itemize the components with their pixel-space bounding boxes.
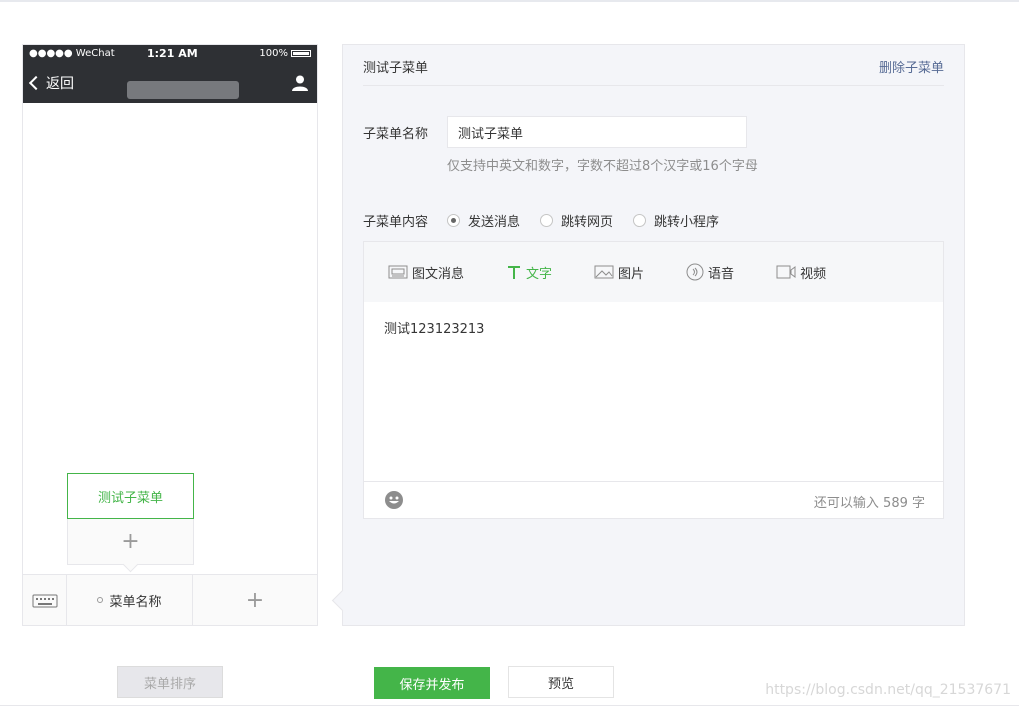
battery-text: 100% bbox=[259, 48, 288, 59]
news-icon bbox=[388, 265, 408, 279]
message-type-tabs: 图文消息 文字 图片 语音 视频 bbox=[364, 242, 943, 302]
tab-video[interactable]: 视频 bbox=[776, 263, 826, 282]
save-publish-button[interactable]: 保存并发布 bbox=[374, 667, 490, 699]
watermark: https://blog.csdn.net/qq_21537671 bbox=[765, 682, 1011, 698]
add-menu-button[interactable]: + bbox=[193, 575, 317, 625]
phone-header: ●●●●● WeChat 1:21 AM 100% 返回 bbox=[23, 45, 317, 103]
tab-text[interactable]: 文字 bbox=[506, 263, 552, 282]
text-icon bbox=[508, 266, 521, 279]
tab-label: 图文消息 bbox=[412, 266, 465, 282]
menu-bar: 菜单名称 + bbox=[23, 574, 317, 625]
name-label: 子菜单名称 bbox=[363, 127, 429, 142]
user-icon bbox=[292, 75, 308, 91]
battery-icon bbox=[291, 50, 311, 57]
radio-send-message[interactable]: 发送消息 bbox=[447, 211, 520, 230]
tab-label: 语音 bbox=[708, 266, 735, 282]
tab-label: 图片 bbox=[618, 266, 645, 282]
top-divider bbox=[0, 0, 1019, 2]
menu-dot-icon bbox=[97, 597, 104, 603]
sort-menu-button[interactable]: 菜单排序 bbox=[117, 666, 223, 698]
chevron-left-icon bbox=[28, 75, 44, 91]
battery-status: 100% bbox=[259, 48, 311, 59]
radio-unchecked-icon bbox=[540, 214, 554, 227]
radio-unchecked-icon bbox=[633, 214, 647, 227]
delete-submenu-link[interactable]: 删除子菜单 bbox=[879, 57, 944, 76]
menu-item[interactable]: 菜单名称 bbox=[67, 575, 193, 625]
tab-news[interactable]: 图文消息 bbox=[388, 263, 464, 282]
preview-button[interactable]: 预览 bbox=[508, 666, 614, 698]
submenu-editor: 测试子菜单 删除子菜单 子菜单名称 仅支持中英文和数字，字数不超过8个汉字或16… bbox=[342, 44, 965, 626]
message-text-area[interactable]: 测试123123213 bbox=[364, 302, 943, 481]
clock-text: 1:21 AM bbox=[147, 47, 198, 60]
add-submenu-button[interactable]: + bbox=[67, 519, 194, 565]
radio-label: 发送消息 bbox=[468, 215, 521, 230]
tab-label: 视频 bbox=[800, 266, 827, 282]
tab-image[interactable]: 图片 bbox=[594, 263, 644, 282]
image-icon bbox=[594, 265, 614, 279]
keyboard-icon bbox=[32, 594, 57, 608]
menu-item-label: 菜单名称 bbox=[109, 594, 162, 610]
back-button: 返回 bbox=[28, 73, 74, 93]
tab-voice[interactable]: 语音 bbox=[686, 263, 734, 282]
emoji-icon[interactable] bbox=[384, 490, 404, 510]
content-type-radios: 发送消息 跳转网页 跳转小程序 bbox=[447, 211, 719, 230]
submenu-popup: 测试子菜单 + bbox=[67, 473, 194, 565]
message-content-box: 图文消息 文字 图片 语音 视频 测试123123213 还可以输入 589 字 bbox=[363, 241, 944, 519]
keyboard-toggle[interactable] bbox=[23, 575, 67, 625]
account-name-blurred bbox=[127, 81, 239, 99]
radio-jump-miniprogram[interactable]: 跳转小程序 bbox=[633, 211, 719, 230]
radio-jump-webpage[interactable]: 跳转网页 bbox=[540, 211, 613, 230]
radio-checked-icon bbox=[447, 214, 460, 227]
content-footer: 还可以输入 589 字 bbox=[364, 481, 943, 518]
remaining-chars: 还可以输入 589 字 bbox=[813, 496, 925, 511]
content-label: 子菜单内容 bbox=[363, 215, 429, 230]
radio-label: 跳转小程序 bbox=[654, 215, 720, 230]
voice-icon bbox=[686, 263, 704, 281]
video-icon bbox=[776, 265, 796, 279]
submenu-item[interactable]: 测试子菜单 bbox=[67, 473, 194, 519]
radio-label: 跳转网页 bbox=[561, 215, 614, 230]
name-hint: 仅支持中英文和数字，字数不超过8个汉字或16个字母 bbox=[447, 159, 758, 174]
bottom-divider bbox=[0, 705, 1019, 706]
editor-header: 测试子菜单 删除子菜单 bbox=[363, 45, 944, 86]
submenu-name-input[interactable] bbox=[447, 116, 747, 148]
carrier-text: ●●●●● WeChat bbox=[29, 48, 115, 59]
back-label: 返回 bbox=[46, 76, 74, 92]
tab-label: 文字 bbox=[526, 266, 553, 282]
editor-title: 测试子菜单 bbox=[363, 61, 429, 76]
phone-preview: ●●●●● WeChat 1:21 AM 100% 返回 测试子菜单 + 菜单名… bbox=[22, 44, 318, 626]
